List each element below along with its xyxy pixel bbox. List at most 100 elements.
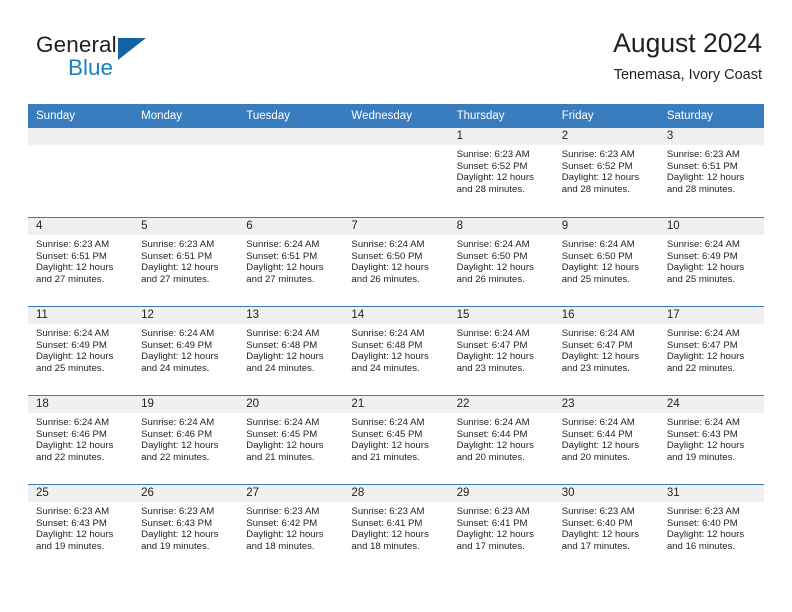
calendar-weeks: 1 Sunrise: 6:23 AM Sunset: 6:52 PM Daylight… [28,128,764,573]
calendar-day-cell[interactable]: 19 Sunrise: 6:24 AM Sunset: 6:46 PM Dayligh… [133,396,239,484]
daylight-duration-line1: Daylight: 12 hours [246,440,324,452]
calendar-day-cell[interactable]: 22 Sunrise: 6:24 AM Sunset: 6:44 PM Dayligh… [448,396,554,484]
calendar-day-cell[interactable]: 30 Sunrise: 6:23 AM Sunset: 6:40 PM Dayligh… [553,485,659,573]
weekday-header-tuesday: Tuesday [246,110,290,122]
day-details: Sunrise: 6:24 AM Sunset: 6:48 PM Daylight:… [343,324,448,374]
daylight-duration-line2: and 24 minutes. [141,362,210,374]
weekday-header-sunday: Sunday [36,110,76,122]
calendar-day-cell[interactable]: 1 Sunrise: 6:23 AM Sunset: 6:52 PM Daylight… [448,128,554,217]
calendar-day-cell[interactable]: 3 Sunrise: 6:23 AM Sunset: 6:51 PM Daylight… [658,128,764,217]
logo-triangle-icon [118,38,146,60]
daylight-duration-line1: Daylight: 12 hours [456,351,534,363]
day-number: 23 [553,396,659,413]
daylight-duration-line2: and 21 minutes. [351,451,420,463]
calendar-day-cell[interactable]: 16 Sunrise: 6:24 AM Sunset: 6:47 PM Dayligh… [553,307,659,395]
day-details: Sunrise: 6:23 AM Sunset: 6:51 PM Daylight:… [659,145,764,195]
title-block: August 2024 Tenemasa, Ivory Coast [613,26,762,86]
calendar-page: General Blue August 2024 Tenemasa, Ivory… [0,0,792,612]
day-number: 17 [658,307,764,324]
calendar-day-cell[interactable]: 24 Sunrise: 6:24 AM Sunset: 6:43 PM Dayligh… [658,396,764,484]
calendar-week-row: 25 Sunrise: 6:23 AM Sunset: 6:43 PM Dayligh… [28,484,764,573]
sunset-time: Sunset: 6:48 PM [246,339,318,351]
day-number: 14 [343,307,449,324]
daylight-duration-line1: Daylight: 12 hours [141,440,219,452]
calendar-day-cell[interactable]: 14 Sunrise: 6:24 AM Sunset: 6:48 PM Dayligh… [343,307,449,395]
page-subtitle: Tenemasa, Ivory Coast [613,67,762,83]
calendar-day-cell[interactable]: 10 Sunrise: 6:24 AM Sunset: 6:49 PM Dayligh… [658,218,764,306]
daylight-duration-line2: and 24 minutes. [351,362,420,374]
daylight-duration-line2: and 22 minutes. [141,451,210,463]
sunrise-time: Sunrise: 6:23 AM [456,149,530,160]
sunrise-time: Sunrise: 6:24 AM [351,328,425,339]
day-number: 15 [448,307,554,324]
daylight-duration-line1: Daylight: 12 hours [351,529,429,541]
calendar-day-cell[interactable]: 4 Sunrise: 6:23 AM Sunset: 6:51 PM Daylight… [28,218,134,306]
day-number: 8 [448,218,554,235]
calendar-day-cell[interactable]: 8 Sunrise: 6:24 AM Sunset: 6:50 PM Daylight… [448,218,554,306]
day-details: Sunrise: 6:24 AM Sunset: 6:51 PM Daylight:… [238,235,343,285]
daylight-duration-line2: and 19 minutes. [141,540,210,552]
calendar-day-cell[interactable]: 20 Sunrise: 6:24 AM Sunset: 6:45 PM Dayligh… [238,396,344,484]
sunset-time: Sunset: 6:50 PM [351,250,423,262]
day-details: Sunrise: 6:24 AM Sunset: 6:49 PM Daylight:… [133,324,238,374]
day-details: Sunrise: 6:24 AM Sunset: 6:46 PM Daylight:… [28,413,133,463]
daylight-duration-line1: Daylight: 12 hours [351,440,429,452]
calendar-day-cell[interactable]: 12 Sunrise: 6:24 AM Sunset: 6:49 PM Dayligh… [133,307,239,395]
calendar-day-cell[interactable]: 6 Sunrise: 6:24 AM Sunset: 6:51 PM Daylight… [238,218,344,306]
sunrise-time: Sunrise: 6:24 AM [561,328,635,339]
calendar-day-cell[interactable]: 29 Sunrise: 6:23 AM Sunset: 6:41 PM Dayligh… [448,485,554,573]
calendar-day-cell[interactable]: 18 Sunrise: 6:24 AM Sunset: 6:46 PM Dayligh… [28,396,134,484]
sunrise-time: Sunrise: 6:24 AM [351,239,425,250]
daylight-duration-line1: Daylight: 12 hours [141,529,219,541]
sunrise-time: Sunrise: 6:24 AM [351,417,425,428]
day-number: 28 [343,485,449,502]
calendar-day-cell[interactable]: 25 Sunrise: 6:23 AM Sunset: 6:43 PM Dayligh… [28,485,134,573]
day-details: Sunrise: 6:24 AM Sunset: 6:49 PM Daylight:… [659,235,764,285]
day-number: 9 [553,218,659,235]
page-title: August 2024 [613,28,762,58]
day-details: Sunrise: 6:24 AM Sunset: 6:50 PM Daylight:… [449,235,554,285]
calendar-day-cell[interactable]: 2 Sunrise: 6:23 AM Sunset: 6:52 PM Daylight… [553,128,659,217]
calendar-day-cell[interactable]: 15 Sunrise: 6:24 AM Sunset: 6:47 PM Dayligh… [448,307,554,395]
sunset-time: Sunset: 6:41 PM [351,517,423,529]
day-number: 6 [238,218,344,235]
sunset-time: Sunset: 6:44 PM [561,428,633,440]
calendar-day-cell[interactable]: 26 Sunrise: 6:23 AM Sunset: 6:43 PM Dayligh… [133,485,239,573]
day-number: 25 [28,485,134,502]
calendar-week-row: 4 Sunrise: 6:23 AM Sunset: 6:51 PM Daylight… [28,217,764,306]
sunrise-time: Sunrise: 6:24 AM [456,239,530,250]
calendar-day-cell[interactable]: 31 Sunrise: 6:23 AM Sunset: 6:40 PM Dayligh… [658,485,764,573]
calendar-day-cell[interactable]: 5 Sunrise: 6:23 AM Sunset: 6:51 PM Daylight… [133,218,239,306]
day-details: Sunrise: 6:24 AM Sunset: 6:48 PM Daylight:… [238,324,343,374]
calendar-day-cell[interactable]: 27 Sunrise: 6:23 AM Sunset: 6:42 PM Dayligh… [238,485,344,573]
calendar-day-cell[interactable]: 21 Sunrise: 6:24 AM Sunset: 6:45 PM Dayligh… [343,396,449,484]
day-details: Sunrise: 6:23 AM Sunset: 6:52 PM Daylight:… [449,145,554,195]
calendar-day-cell[interactable]: 11 Sunrise: 6:24 AM Sunset: 6:49 PM Dayligh… [28,307,134,395]
calendar-week-row: 11 Sunrise: 6:24 AM Sunset: 6:49 PM Dayligh… [28,306,764,395]
day-details: Sunrise: 6:24 AM Sunset: 6:44 PM Daylight:… [449,413,554,463]
day-number [238,128,344,145]
day-details: Sunrise: 6:23 AM Sunset: 6:51 PM Daylight:… [28,235,133,285]
calendar-day-cell[interactable]: 23 Sunrise: 6:24 AM Sunset: 6:44 PM Dayligh… [553,396,659,484]
sunrise-time: Sunrise: 6:23 AM [36,506,110,517]
sunset-time: Sunset: 6:49 PM [666,250,738,262]
daylight-duration-line1: Daylight: 12 hours [36,529,114,541]
calendar-day-cell[interactable]: 7 Sunrise: 6:24 AM Sunset: 6:50 PM Daylight… [343,218,449,306]
calendar-day-cell[interactable]: 13 Sunrise: 6:24 AM Sunset: 6:48 PM Dayligh… [238,307,344,395]
day-number: 4 [28,218,134,235]
sunrise-time: Sunrise: 6:24 AM [666,417,740,428]
daylight-duration-line2: and 28 minutes. [456,183,525,195]
daylight-duration-line2: and 22 minutes. [666,362,736,374]
sunrise-time: Sunrise: 6:24 AM [246,328,320,339]
generalblue-logo[interactable]: General Blue [36,32,216,88]
daylight-duration-line2: and 22 minutes. [36,451,105,463]
calendar-day-cell[interactable]: 28 Sunrise: 6:23 AM Sunset: 6:41 PM Dayligh… [343,485,449,573]
day-details: Sunrise: 6:23 AM Sunset: 6:52 PM Daylight:… [554,145,659,195]
day-details: Sunrise: 6:23 AM Sunset: 6:40 PM Daylight:… [659,502,764,552]
sunset-time: Sunset: 6:45 PM [351,428,423,440]
calendar-day-cell[interactable]: 17 Sunrise: 6:24 AM Sunset: 6:47 PM Dayligh… [658,307,764,395]
daylight-duration-line2: and 24 minutes. [246,362,315,374]
calendar-day-cell-empty [133,128,239,217]
calendar-day-cell[interactable]: 9 Sunrise: 6:24 AM Sunset: 6:50 PM Daylight… [553,218,659,306]
day-details: Sunrise: 6:23 AM Sunset: 6:43 PM Daylight:… [133,502,238,552]
